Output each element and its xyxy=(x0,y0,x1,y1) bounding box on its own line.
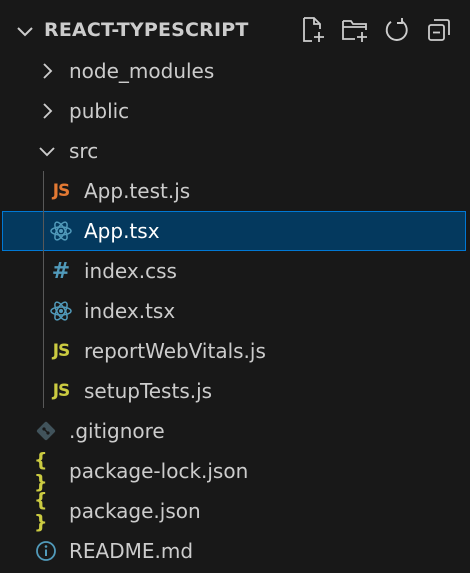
json-icon: { } xyxy=(34,489,50,533)
tree-item-label: package.json xyxy=(69,499,201,523)
chevron-right-icon[interactable] xyxy=(36,100,58,122)
tree-item-setup-tests[interactable]: JS setupTests.js xyxy=(0,371,470,411)
tree-item-readme[interactable]: README.md xyxy=(0,531,470,571)
tree-item-label: src xyxy=(69,139,99,163)
javascript-icon: JS xyxy=(52,341,71,361)
tree-item-label: index.css xyxy=(84,259,177,283)
tree-item-index-tsx[interactable]: index.tsx xyxy=(0,291,470,331)
chevron-down-icon[interactable] xyxy=(14,20,36,42)
tree-item-label: package-lock.json xyxy=(69,459,249,483)
tree-item-label: App.tsx xyxy=(84,219,160,243)
tree-item-label: public xyxy=(69,99,130,123)
chevron-right-icon[interactable] xyxy=(36,60,58,82)
explorer-actions xyxy=(296,13,456,47)
react-icon xyxy=(49,219,73,243)
new-file-icon[interactable] xyxy=(296,13,330,47)
tree-item-src[interactable]: src xyxy=(0,131,470,171)
collapse-all-icon[interactable] xyxy=(422,13,456,47)
new-folder-icon[interactable] xyxy=(338,13,372,47)
javascript-icon: JS xyxy=(52,381,71,401)
tree-item-label: .gitignore xyxy=(69,419,165,443)
tree-item-public[interactable]: public xyxy=(0,91,470,131)
tree-item-label: index.tsx xyxy=(84,299,176,323)
explorer-panel: REACT-TYPESCRIPT node_modules public src… xyxy=(0,0,470,573)
git-icon xyxy=(34,419,58,443)
tree-item-label: App.test.js xyxy=(84,179,191,203)
tree-item-node-modules[interactable]: node_modules xyxy=(0,51,470,91)
tree-item-package-lock-json[interactable]: { } package-lock.json xyxy=(0,449,470,493)
tree-item-label: setupTests.js xyxy=(84,379,213,403)
tree-item-app-test-js[interactable]: JS App.test.js xyxy=(0,171,470,211)
tree-item-package-json[interactable]: { } package.json xyxy=(0,489,470,533)
json-icon: { } xyxy=(34,449,50,493)
javascript-test-icon: JS xyxy=(52,181,71,201)
tree-item-app-tsx[interactable]: App.tsx xyxy=(2,211,466,251)
tree-item-report-web-vitals[interactable]: JS reportWebVitals.js xyxy=(0,331,470,371)
css-icon: # xyxy=(51,258,71,284)
react-icon xyxy=(49,299,73,323)
tree-item-label: node_modules xyxy=(69,59,215,83)
tree-item-gitignore[interactable]: .gitignore xyxy=(0,411,470,451)
tree-item-index-css[interactable]: # index.css xyxy=(0,251,470,291)
chevron-down-icon[interactable] xyxy=(36,140,58,162)
file-tree: node_modules public src JS App.test.js A… xyxy=(0,51,470,571)
tree-item-label: README.md xyxy=(69,539,194,563)
refresh-icon[interactable] xyxy=(380,13,414,47)
info-icon xyxy=(34,539,58,563)
explorer-title[interactable]: REACT-TYPESCRIPT xyxy=(44,19,249,41)
indent-guide xyxy=(43,171,44,408)
tree-item-label: reportWebVitals.js xyxy=(84,339,266,363)
